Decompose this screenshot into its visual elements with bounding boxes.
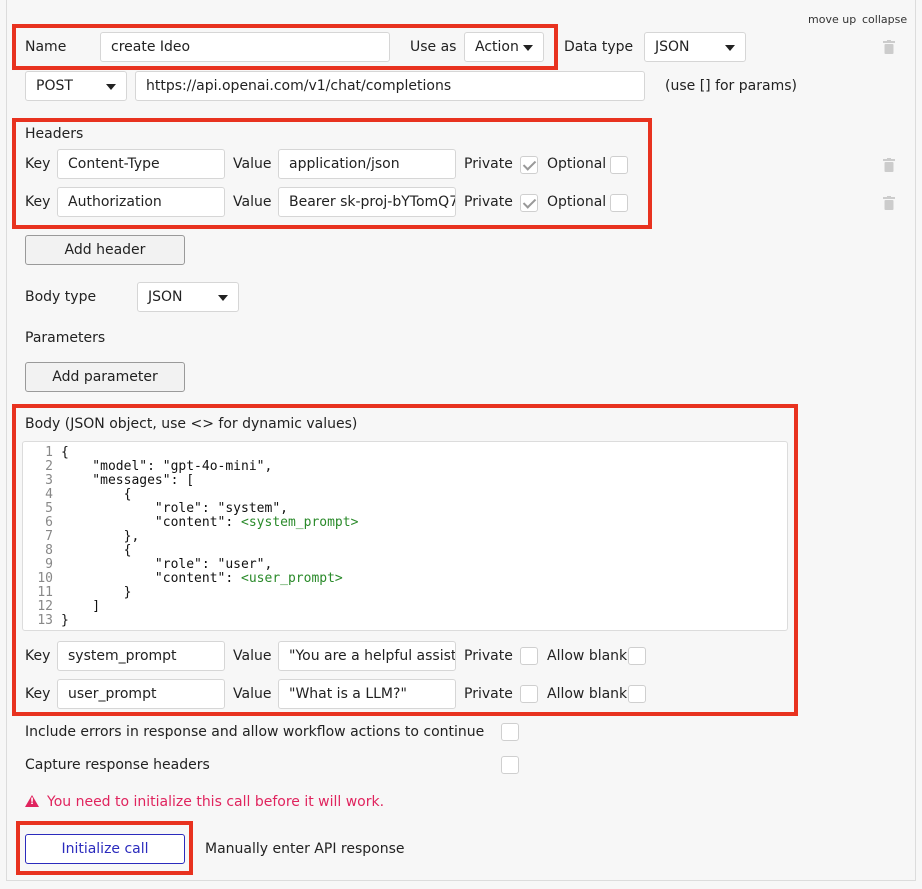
highlight-box [12, 404, 798, 716]
manual-response-link[interactable]: Manually enter API response [205, 841, 404, 857]
capture-headers-label: Capture response headers [25, 757, 210, 773]
body-type-value: JSON [148, 289, 183, 305]
chevron-down-icon [218, 295, 228, 301]
chevron-down-icon [106, 84, 116, 90]
add-parameter-button[interactable]: Add parameter [25, 362, 185, 392]
highlight-box [16, 821, 193, 875]
data-type-select[interactable]: JSON [644, 32, 746, 62]
url-hint: (use [] for params) [665, 78, 797, 94]
delete-header-icon[interactable] [883, 158, 895, 172]
highlight-box [12, 118, 652, 229]
warning-text: You need to initialize this call before … [47, 794, 385, 810]
method-select[interactable]: POST [25, 71, 127, 101]
body-type-select[interactable]: JSON [137, 282, 239, 312]
warning-icon: ! [25, 795, 39, 807]
body-type-label: Body type [25, 289, 97, 305]
capture-headers-checkbox[interactable] [501, 756, 519, 774]
url-input[interactable]: https://api.openai.com/v1/chat/completio… [135, 71, 645, 101]
parameters-label: Parameters [25, 330, 106, 346]
method-value: POST [36, 78, 73, 94]
delete-call-icon[interactable] [883, 40, 895, 54]
data-type-label: Data type [564, 39, 634, 55]
highlight-box [12, 24, 558, 70]
init-warning: ! You need to initialize this call before… [25, 794, 384, 810]
include-errors-label: Include errors in response and allow wor… [25, 724, 485, 740]
add-header-button[interactable]: Add header [25, 235, 185, 265]
chevron-down-icon [725, 45, 735, 51]
move-up-link[interactable]: move up [808, 13, 856, 26]
collapse-link[interactable]: collapse [862, 13, 907, 26]
include-errors-checkbox[interactable] [501, 723, 519, 741]
data-type-value: JSON [655, 39, 690, 55]
delete-header-icon[interactable] [883, 196, 895, 210]
